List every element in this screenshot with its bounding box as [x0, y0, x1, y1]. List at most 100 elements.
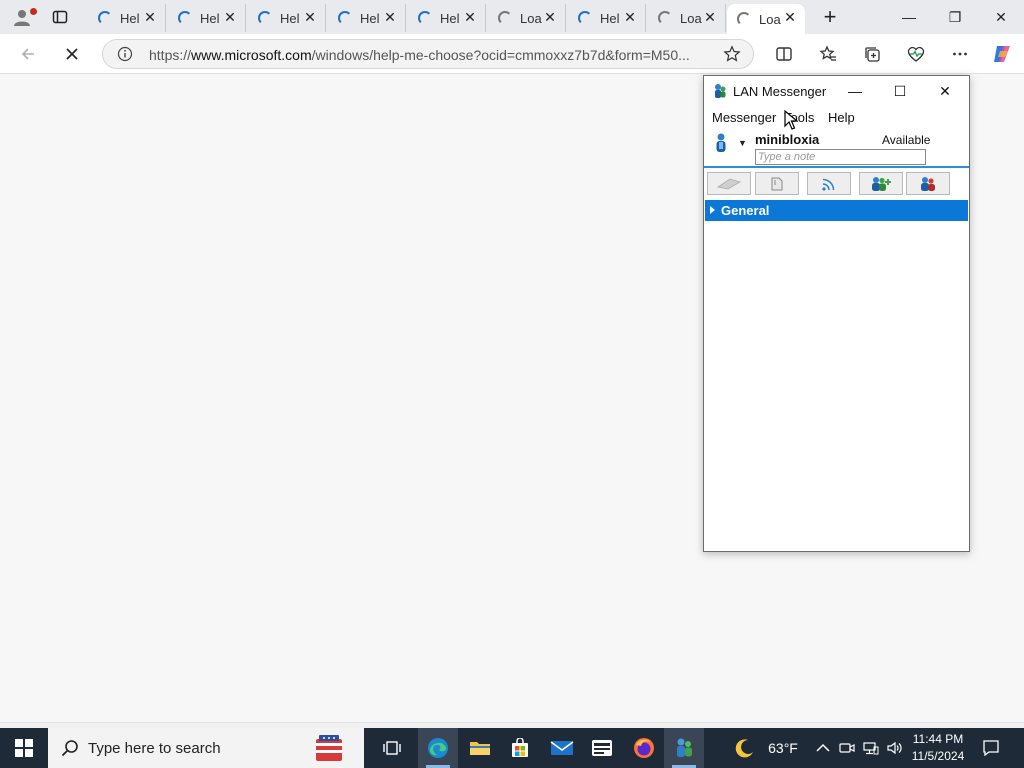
windows-logo-icon: [15, 739, 33, 757]
weather-widget[interactable]: 63°F: [728, 728, 804, 768]
browser-tab[interactable]: Hel ✕: [248, 4, 326, 32]
taskbar-mail[interactable]: [542, 728, 582, 768]
lan-messenger-taskbar-icon: [677, 738, 692, 757]
taskbar-search-box[interactable]: Type here to search: [48, 728, 364, 768]
tray-meet-now[interactable]: [836, 728, 858, 768]
add-contact-button[interactable]: [859, 172, 903, 195]
tray-volume[interactable]: [884, 728, 906, 768]
lan-window-title: LAN Messenger: [733, 84, 827, 99]
tray-overflow-button[interactable]: [812, 728, 834, 768]
browser-tab[interactable]: Hel ✕: [328, 4, 406, 32]
note-input[interactable]: Type a note: [755, 149, 926, 165]
stop-loading-button[interactable]: [58, 40, 86, 68]
menu-help[interactable]: Help: [828, 110, 855, 125]
search-highlight-image: [316, 735, 342, 761]
browser-close-button[interactable]: ✕: [978, 0, 1024, 34]
settings-more-button[interactable]: [946, 40, 974, 68]
tab-close-icon[interactable]: ✕: [623, 10, 637, 24]
browser-tab[interactable]: Hel ✕: [88, 4, 166, 32]
lan-close-button[interactable]: ✕: [923, 76, 967, 106]
task-view-icon: [383, 741, 401, 755]
profile-button[interactable]: [6, 4, 38, 30]
tray-network[interactable]: [860, 728, 882, 768]
search-placeholder: Type here to search: [88, 740, 221, 757]
tab-title: Hel: [120, 10, 140, 26]
loading-spinner-icon: [658, 11, 672, 25]
tab-close-icon[interactable]: ✕: [143, 10, 157, 24]
collections-button[interactable]: [858, 40, 886, 68]
send-file-button[interactable]: [755, 172, 799, 195]
taskbar-app-generic[interactable]: [582, 728, 622, 768]
lan-minimize-button[interactable]: —: [833, 76, 877, 106]
tab-close-icon[interactable]: ✕: [223, 10, 237, 24]
lan-maximize-button[interactable]: ☐: [878, 76, 922, 106]
taskbar-microsoft-store[interactable]: [500, 728, 540, 768]
address-bar[interactable]: https://www.microsoft.com/windows/help-m…: [102, 39, 754, 69]
tab-close-icon[interactable]: ✕: [783, 10, 797, 24]
browser-minimize-button[interactable]: —: [886, 0, 932, 34]
collections-icon: [865, 47, 880, 62]
heart-pulse-icon: [907, 46, 925, 62]
taskbar-firefox[interactable]: [624, 728, 664, 768]
url-path: /windows/help-me-choose?ocid=cmmoxxz7b7d…: [311, 47, 690, 63]
browser-tab[interactable]: Hel ✕: [568, 4, 646, 32]
tab-strip: Hel ✕ Hel ✕ Hel ✕ Hel ✕ Hel ✕ Loa ✕ Hel ✕ Loa ✕ Loa ✕ + —…: [0, 0, 1024, 34]
notification-center-button[interactable]: [976, 728, 1006, 768]
browser-essentials-button[interactable]: [902, 40, 930, 68]
mail-icon: [550, 741, 574, 755]
notification-icon: [983, 740, 999, 757]
lan-messenger-app-icon: [715, 84, 726, 98]
task-view-button[interactable]: [372, 728, 412, 768]
favorite-star-icon[interactable]: [723, 45, 741, 63]
tab-close-icon[interactable]: ✕: [703, 10, 717, 24]
new-tab-button[interactable]: +: [816, 4, 844, 30]
send-message-button[interactable]: [707, 172, 751, 195]
weather-temperature: 63°F: [768, 740, 798, 756]
start-button[interactable]: [0, 728, 48, 768]
taskbar-edge[interactable]: [418, 728, 458, 768]
browser-tab[interactable]: Hel ✕: [168, 4, 246, 32]
status-dropdown-arrow-icon[interactable]: ▼: [738, 138, 747, 148]
tab-title: Loa: [680, 10, 702, 26]
tab-close-icon[interactable]: ✕: [383, 10, 397, 24]
refresh-contacts-button[interactable]: [906, 172, 950, 195]
store-icon: [512, 738, 528, 757]
taskbar-clock[interactable]: 11:44 PM 11/5/2024: [906, 731, 970, 765]
split-screen-icon: [776, 47, 792, 61]
folder-icon: [470, 742, 490, 755]
speaker-icon: [887, 741, 902, 755]
back-button[interactable]: [14, 40, 42, 68]
lan-titlebar[interactable]: LAN Messenger — ☐ ✕: [704, 76, 969, 106]
tab-title: Hel: [280, 10, 300, 26]
browser-restore-button[interactable]: ❐: [932, 0, 978, 34]
loading-spinner-icon: [178, 11, 192, 25]
site-info-icon[interactable]: [117, 46, 133, 62]
lan-status-text[interactable]: Available: [882, 133, 930, 147]
windows-taskbar: Type here to search 63°F 11:44 PM 11/5/2…: [0, 728, 1024, 768]
copilot-button[interactable]: [988, 40, 1016, 68]
tab-close-icon[interactable]: ✕: [303, 10, 317, 24]
browser-tab[interactable]: Loa ✕: [648, 4, 726, 32]
add-user-icon: [872, 176, 891, 191]
tab-close-icon[interactable]: ✕: [543, 10, 557, 24]
menu-messenger[interactable]: Messenger: [712, 110, 776, 125]
firefox-icon: [634, 738, 654, 758]
browser-tab[interactable]: Hel ✕: [408, 4, 486, 32]
loading-spinner-icon: [258, 11, 272, 25]
tab-title: Hel: [440, 10, 460, 26]
browser-tab[interactable]: Loa ✕: [488, 4, 566, 32]
taskbar-lan-messenger[interactable]: [664, 728, 704, 768]
tab-close-icon[interactable]: ✕: [463, 10, 477, 24]
browser-tab[interactable]: Loa ✕: [727, 4, 805, 34]
contact-group-general[interactable]: General: [705, 200, 968, 221]
user-avatar-icon[interactable]: [714, 133, 728, 153]
tab-title: Hel: [200, 10, 220, 26]
broadcast-button[interactable]: [807, 172, 851, 195]
expand-arrow-icon[interactable]: [710, 206, 715, 214]
loading-spinner-icon: [418, 11, 432, 25]
favorites-button[interactable]: [814, 40, 842, 68]
tab-actions-button[interactable]: [46, 4, 74, 30]
split-screen-button[interactable]: [770, 40, 798, 68]
clock-date: 11/5/2024: [911, 749, 965, 763]
taskbar-file-explorer[interactable]: [460, 728, 500, 768]
